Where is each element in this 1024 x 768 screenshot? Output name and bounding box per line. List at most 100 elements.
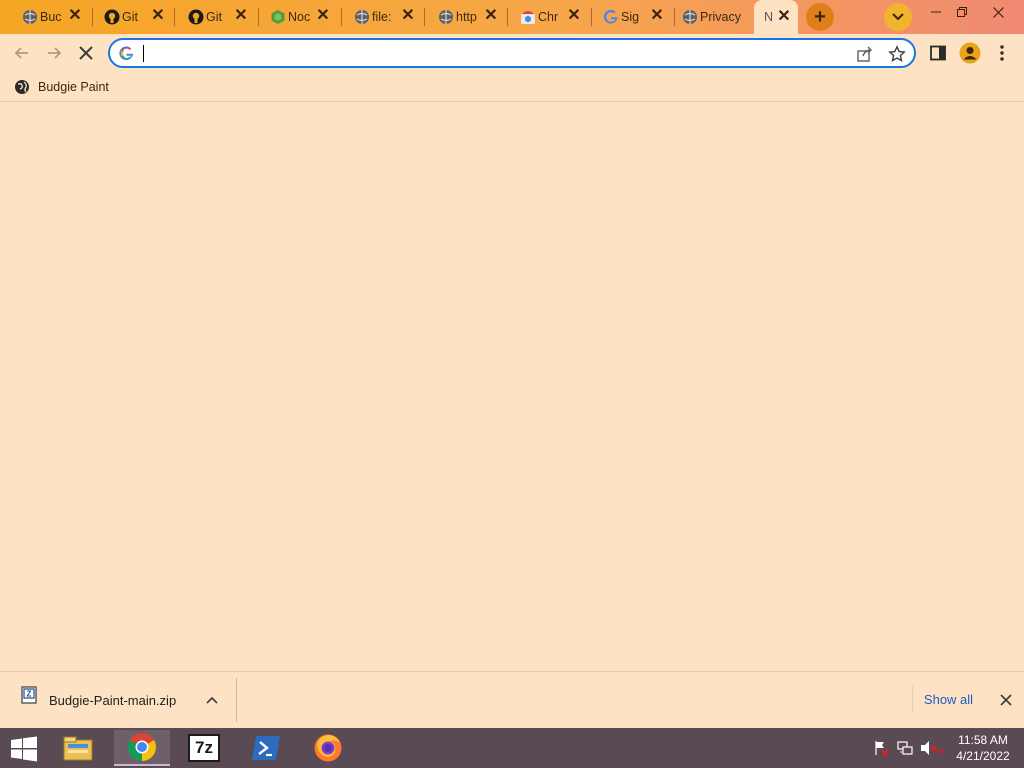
chevron-down-icon	[935, 748, 945, 754]
network-icon	[897, 741, 913, 755]
action-center-flag-icon[interactable]	[872, 740, 890, 756]
zip-file-icon: Z	[21, 686, 37, 704]
tab-title: Git	[206, 10, 222, 24]
google-icon	[603, 9, 618, 24]
tab-close-icon[interactable]: ✕	[233, 8, 249, 24]
address-input[interactable]	[142, 45, 842, 63]
tab-close-icon[interactable]: ✕	[400, 8, 416, 24]
tab-search-button[interactable]	[884, 3, 912, 31]
globe-icon	[355, 10, 369, 24]
tab-title: Buc	[40, 10, 62, 24]
side-panel-button[interactable]	[926, 41, 950, 65]
github-icon	[188, 9, 204, 25]
globe-icon	[439, 10, 453, 24]
google-icon	[119, 46, 134, 61]
tab-6[interactable]: http ✕	[436, 4, 504, 30]
tab-1[interactable]: Buc ✕	[20, 4, 88, 30]
back-button[interactable]	[10, 41, 34, 65]
tab-7[interactable]: Chr ✕	[518, 4, 586, 30]
tab-title: Sig	[621, 10, 640, 24]
tab-close-icon[interactable]: ✕	[315, 8, 331, 24]
globe-icon	[15, 80, 29, 94]
bookmark-budgie-paint[interactable]: Budgie Paint	[14, 77, 109, 97]
tab-active[interactable]: N ✕	[754, 0, 798, 34]
tray-expand-button[interactable]	[934, 746, 946, 756]
tab-close-icon[interactable]: ✕	[649, 8, 665, 24]
bookmarks-bar: Budgie Paint	[0, 72, 1024, 102]
tab-close-icon[interactable]: ✕	[67, 8, 83, 24]
page-content[interactable]	[0, 103, 1024, 671]
taskbar-firefox[interactable]	[300, 730, 356, 766]
flag-warning-icon	[875, 741, 889, 756]
chevron-up-icon	[206, 696, 218, 704]
tab-separator	[424, 8, 425, 26]
show-all-downloads-button[interactable]: Show all	[912, 686, 984, 712]
tab-separator	[507, 8, 508, 26]
tab-title: Privacy	[700, 10, 741, 24]
close-icon	[1000, 694, 1012, 706]
kebab-menu-icon	[1000, 45, 1004, 61]
close-window-button[interactable]	[982, 2, 1014, 22]
restore-button[interactable]	[946, 2, 978, 22]
taskbar-file-explorer[interactable]	[50, 730, 106, 766]
bookmark-label: Budgie Paint	[38, 80, 109, 94]
menu-button[interactable]	[990, 41, 1014, 65]
forward-arrow-icon	[48, 47, 62, 59]
nodejs-icon	[271, 10, 285, 24]
tab-separator	[92, 8, 93, 26]
tab-separator	[674, 8, 675, 26]
share-icon	[857, 46, 872, 62]
7zip-icon: 7z	[188, 734, 220, 762]
network-tray-icon[interactable]	[896, 740, 914, 756]
address-bar[interactable]	[108, 38, 916, 68]
side-panel-icon	[930, 45, 946, 61]
download-item[interactable]: Z Budgie-Paint-main.zip	[14, 680, 236, 720]
start-button[interactable]	[10, 736, 38, 762]
stop-loading-button[interactable]	[74, 41, 98, 65]
file-explorer-icon	[63, 736, 93, 761]
firefox-icon	[314, 734, 342, 762]
close-shelf-button[interactable]	[996, 690, 1016, 710]
tab-title: Git	[122, 10, 138, 24]
back-arrow-icon	[14, 47, 28, 59]
windows-logo-icon	[11, 736, 37, 762]
tab-close-icon[interactable]: ✕	[150, 8, 166, 24]
tab-2[interactable]: Git ✕	[102, 4, 170, 30]
globe-icon	[23, 10, 37, 24]
share-button[interactable]	[856, 45, 874, 63]
taskbar-chrome[interactable]	[114, 730, 170, 766]
tab-5[interactable]: file: ✕	[352, 4, 420, 30]
shelf-divider	[236, 678, 237, 722]
download-filename: Budgie-Paint-main.zip	[49, 693, 177, 708]
browser-toolbar	[0, 34, 1024, 72]
svg-text:Z: Z	[27, 690, 32, 699]
tab-title: file:	[372, 10, 392, 24]
tab-9[interactable]: Privacy	[680, 4, 752, 30]
taskbar-7zip[interactable]: 7z	[176, 730, 232, 766]
taskbar-powershell[interactable]	[238, 730, 294, 766]
tab-title: Chr	[538, 10, 559, 24]
profile-button[interactable]	[958, 41, 982, 65]
chrome-web-store-icon	[521, 11, 535, 24]
avatar-icon	[959, 42, 981, 64]
bookmark-star-button[interactable]	[888, 45, 906, 63]
tab-3[interactable]: Git ✕	[186, 4, 254, 30]
taskbar-clock[interactable]: 11:58 AM 4/21/2022	[950, 732, 1016, 764]
forward-button[interactable]	[42, 41, 66, 65]
restore-icon	[957, 7, 967, 17]
text-caret	[143, 45, 144, 62]
download-shelf: Z Budgie-Paint-main.zip Show all	[0, 671, 1024, 728]
download-options-button[interactable]	[206, 692, 222, 708]
tab-title: N	[764, 10, 774, 24]
star-icon	[888, 45, 906, 62]
tab-close-icon[interactable]: ✕	[483, 8, 499, 24]
tab-close-icon[interactable]: ✕	[776, 9, 792, 25]
new-tab-button[interactable]: +	[806, 3, 834, 31]
tab-close-icon[interactable]: ✕	[566, 8, 582, 24]
tab-4[interactable]: Noc ✕	[268, 4, 336, 30]
windows-taskbar: 7z 11:58 AM 4/21/2022	[0, 728, 1024, 768]
globe-icon	[683, 10, 697, 24]
tab-strip: Buc ✕ Git ✕ Git ✕ Noc ✕ file: ✕ http ✕ C…	[0, 0, 1024, 34]
tab-8[interactable]: Sig ✕	[601, 4, 669, 30]
chevron-down-icon	[892, 13, 904, 21]
